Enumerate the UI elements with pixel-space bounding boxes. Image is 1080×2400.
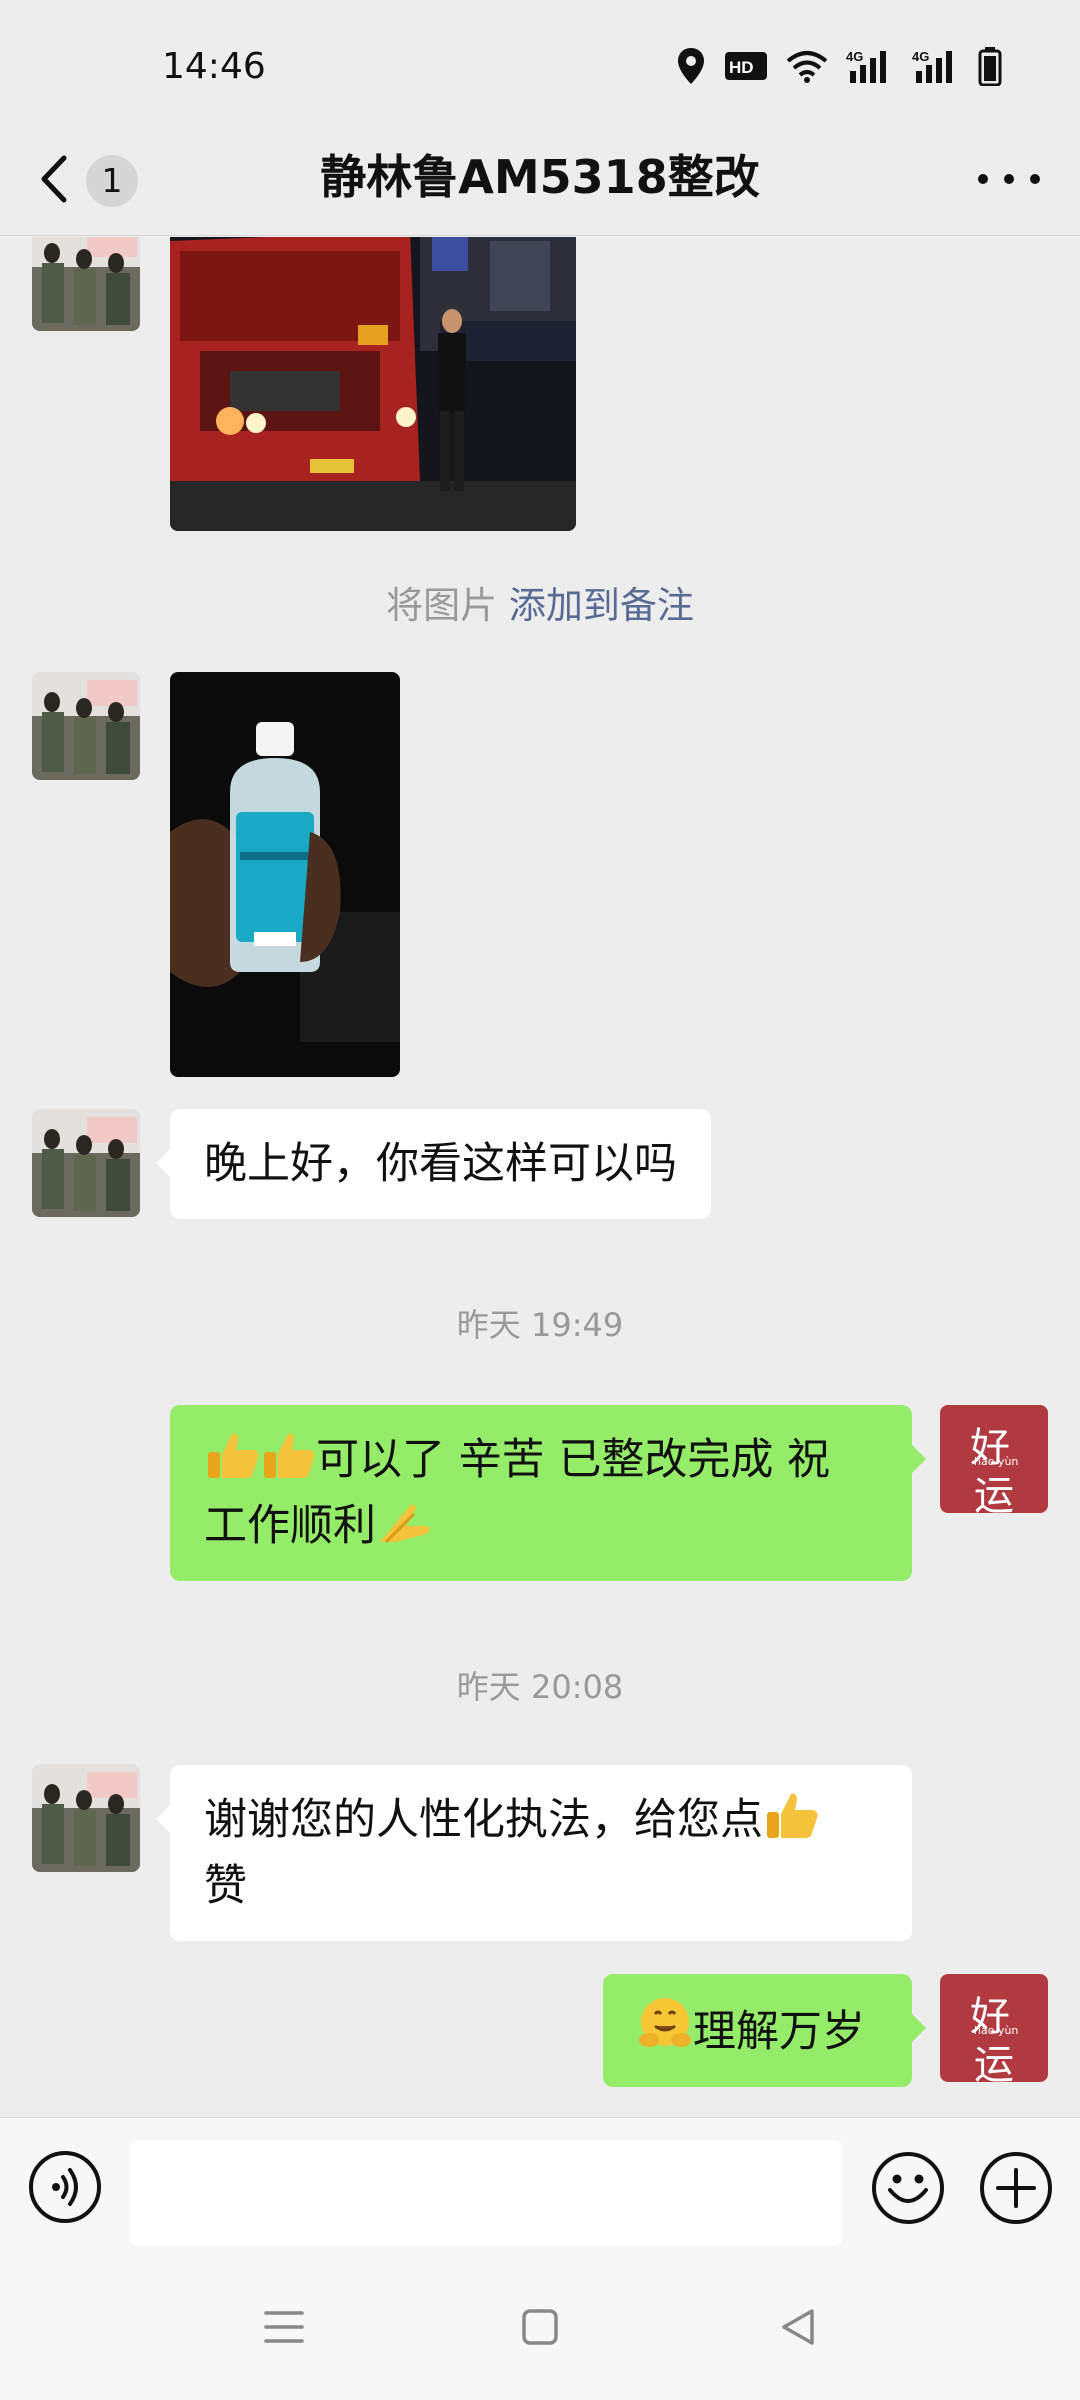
contact-avatar[interactable] <box>32 672 140 780</box>
location-icon <box>678 48 704 84</box>
more-dot-icon <box>1030 174 1040 184</box>
chat-header: 1 静林鲁AM5318整改 <box>0 130 1080 236</box>
wifi-icon <box>786 51 828 83</box>
back-button[interactable]: 1 <box>38 144 148 216</box>
more-dot-icon <box>1004 174 1014 184</box>
emoji-button[interactable] <box>870 2150 946 2230</box>
thumbs-up-icon <box>767 1793 818 1838</box>
system-nav-bar <box>0 2257 1080 2400</box>
bottle-photo[interactable] <box>170 672 400 1077</box>
add-to-remark-link[interactable]: 添加到备注 <box>509 584 694 627</box>
contact-avatar[interactable] <box>32 237 140 331</box>
chevron-left-icon <box>41 155 67 203</box>
self-avatar[interactable]: 好 hǎo yùn 运 <box>940 1974 1048 2082</box>
chat-title: 静林鲁AM5318整改 <box>320 150 760 204</box>
status-icons: HD 4G 4G <box>676 44 1002 88</box>
hugging-face-icon <box>639 1998 691 2047</box>
more-options-button[interactable] <box>974 150 1044 206</box>
menu-icon[interactable] <box>262 2307 306 2347</box>
folded-hands-icon <box>380 1504 430 1544</box>
more-dot-icon <box>978 174 988 184</box>
status-time: 14:46 <box>162 46 266 87</box>
message-bubble-in[interactable]: 晚上好，你看这样可以吗 <box>156 1109 711 1219</box>
add-to-remark-note: 将图片 添加到备注 <box>0 575 1080 629</box>
note-prefix: 将图片 <box>386 584 498 627</box>
self-avatar-char: 运 <box>974 2042 1014 2082</box>
message-list[interactable]: 将图片 添加到备注 晚上好，你看这样可以吗 昨天 19:49 可以了 辛苦 已整… <box>0 237 1080 2117</box>
unread-count-badge: 1 <box>86 155 138 207</box>
voice-icon <box>29 2151 101 2223</box>
plus-icon <box>980 2152 1052 2224</box>
self-avatar[interactable]: 好 hǎo yùn 运 <box>940 1405 1048 1513</box>
message-text: 赞 <box>204 1861 247 1911</box>
message-input[interactable] <box>130 2140 842 2246</box>
thumbs-up-icon <box>264 1433 315 1478</box>
message-text: 可以了 辛苦 已整改完成 祝 <box>316 1435 831 1485</box>
message-text: 谢谢您的人性化执法，给您点 <box>204 1795 763 1845</box>
signal-4g-icon: 4G <box>846 49 886 83</box>
back-triangle-icon[interactable] <box>778 2307 818 2347</box>
message-text: 晚上好，你看这样可以吗 <box>204 1139 677 1189</box>
status-bar: 14:46 HD 4G 4G <box>0 0 1080 130</box>
battery-icon <box>978 47 1002 86</box>
svg-text:4G: 4G <box>846 49 863 64</box>
message-bubble-in[interactable]: 谢谢您的人性化执法，给您点 赞 <box>156 1765 912 1941</box>
emoji-icon <box>872 2152 944 2224</box>
message-text: 理解万岁 <box>693 2007 865 2057</box>
truck-photo[interactable] <box>170 237 576 531</box>
message-bubble-out[interactable]: 理解万岁 <box>603 1974 926 2087</box>
self-avatar-char: 运 <box>974 1473 1014 1513</box>
contact-avatar[interactable] <box>32 1764 140 1872</box>
message-text: 工作顺利 <box>204 1501 376 1551</box>
home-icon[interactable] <box>520 2307 560 2347</box>
input-bar <box>0 2117 1080 2257</box>
message-timestamp: 昨天 19:49 <box>456 1306 624 1344</box>
voice-input-button[interactable] <box>28 2150 102 2228</box>
more-actions-button[interactable] <box>978 2150 1054 2230</box>
svg-text:4G: 4G <box>912 49 929 64</box>
message-bubble-out[interactable]: 可以了 辛苦 已整改完成 祝 工作顺利 <box>170 1405 926 1581</box>
signal-4g-icon: 4G <box>912 49 952 83</box>
hd-icon: HD <box>725 52 767 80</box>
message-timestamp: 昨天 20:08 <box>456 1668 624 1706</box>
contact-avatar[interactable] <box>32 1109 140 1217</box>
thumbs-up-icon <box>208 1433 259 1478</box>
svg-text:HD: HD <box>729 58 754 77</box>
